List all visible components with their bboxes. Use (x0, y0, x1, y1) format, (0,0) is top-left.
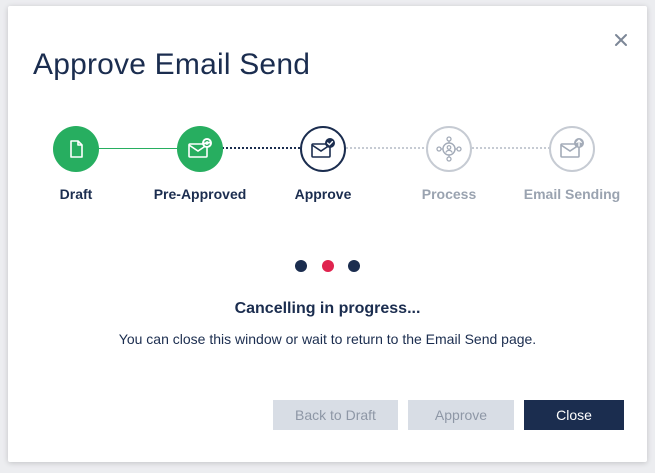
step-approve-label: Approve (294, 186, 352, 202)
step-email-sending-label: Email Sending (523, 186, 621, 202)
process-network-icon (436, 136, 462, 162)
loading-dot (347, 260, 360, 272)
step-approve-circle (300, 126, 346, 172)
loading-dot-active (321, 260, 334, 272)
status-message: You can close this window or wait to ret… (118, 331, 537, 347)
step-process-label: Process (421, 186, 477, 202)
envelope-check-icon (311, 138, 335, 158)
step-approve: Approve (263, 126, 383, 202)
close-icon[interactable] (611, 30, 631, 50)
step-process-circle (426, 126, 472, 172)
document-icon (70, 140, 83, 158)
progress-stepper: Draft Pre-Approved Approve Process Email… (8, 126, 647, 206)
status-title: Cancelling in progress... (234, 300, 421, 317)
loading-indicator (8, 259, 647, 277)
step-email-sending-circle (549, 126, 595, 172)
step-draft-label: Draft (59, 186, 93, 202)
envelope-upload-icon (560, 138, 584, 158)
approve-button[interactable]: Approve (408, 400, 514, 430)
step-draft-circle (53, 126, 99, 172)
step-pre-approved-label: Pre-Approved (153, 186, 247, 202)
back-to-draft-button[interactable]: Back to Draft (273, 400, 398, 430)
dialog-title: Approve Email Send (33, 48, 311, 81)
step-email-sending: Email Sending (512, 126, 632, 202)
close-button[interactable]: Close (524, 400, 624, 430)
step-process: Process (389, 126, 509, 202)
loading-dot (295, 260, 308, 272)
step-draft: Draft (16, 126, 136, 202)
step-pre-approved-circle (177, 126, 223, 172)
approve-email-send-dialog: Approve Email Send Draft Pre-Approved Ap… (8, 6, 647, 462)
envelope-refresh-icon (188, 138, 212, 158)
step-pre-approved: Pre-Approved (140, 126, 260, 202)
